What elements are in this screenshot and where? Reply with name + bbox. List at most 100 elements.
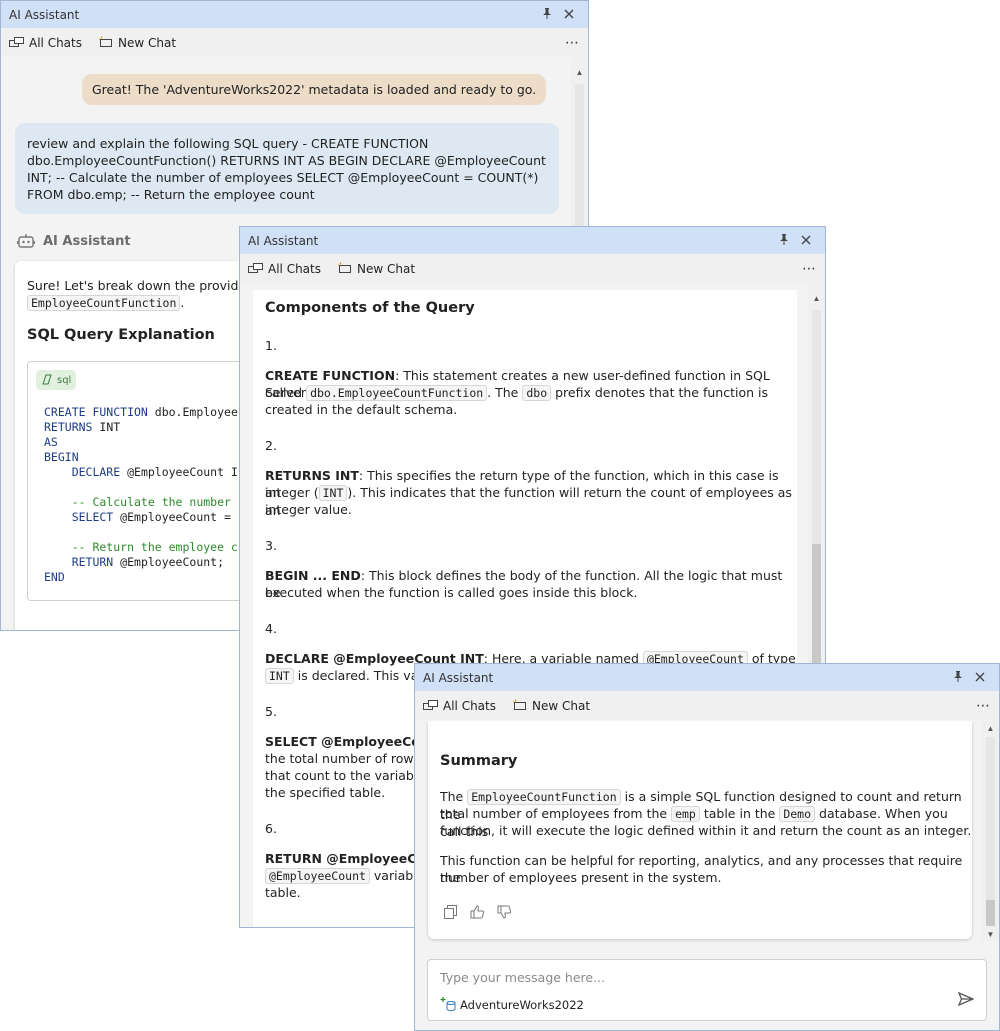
scroll-down-icon[interactable]: ▼ (982, 930, 999, 939)
code-keyword: RETURN (44, 555, 114, 569)
chats-icon (9, 36, 24, 47)
all-chats-button[interactable]: All Chats (248, 262, 321, 276)
window-2-title: AI Assistant (248, 233, 319, 248)
item-1-line2: called dbo.EmployeeCountFunction. The db… (265, 384, 768, 402)
summary-card: Summary The EmployeeCountFunction is a s… (428, 721, 972, 939)
new-chat-label: New Chat (532, 698, 591, 713)
thumbs-up-icon[interactable] (470, 905, 485, 919)
item-5-line2: the total number of rows (265, 751, 421, 766)
code-line: RETURN @EmployeeCount; (44, 555, 238, 570)
code-comment: -- Return the employee c (44, 540, 238, 554)
item-1-text2a: called (265, 385, 307, 400)
code-keyword: RETURNS (44, 420, 93, 434)
window-1-title: AI Assistant (9, 7, 80, 22)
response-intro-line2: EmployeeCountFunction. (27, 294, 184, 312)
ai-header-label: AI Assistant (43, 234, 131, 249)
message-input-area[interactable]: Type your message here... AdventureWorks… (427, 959, 987, 1021)
code-keyword: SELECT (44, 510, 114, 524)
all-chats-label: All Chats (443, 698, 496, 713)
copy-icon[interactable] (444, 905, 458, 919)
new-chat-icon (99, 36, 112, 47)
close-icon[interactable] (558, 7, 580, 22)
summary-text-d: table in the (699, 806, 780, 821)
all-chats-button[interactable]: All Chats (423, 699, 496, 713)
item-6-line1: RETURN @EmployeeCou (265, 850, 434, 867)
database-add-icon (440, 997, 456, 1012)
item-6-bold: RETURN @EmployeeCou (265, 851, 434, 866)
chats-icon (248, 262, 263, 273)
close-icon[interactable] (795, 233, 817, 248)
context-database[interactable]: AdventureWorks2022 (440, 997, 584, 1012)
code-icon (42, 374, 52, 385)
code-keyword: AS (44, 435, 58, 449)
item-4-number: 4. (265, 621, 277, 636)
window-3-titlebar: AI Assistant (415, 664, 999, 691)
close-icon[interactable] (969, 670, 991, 685)
code-line: AS (44, 435, 238, 450)
context-database-label: AdventureWorks2022 (460, 997, 584, 1012)
code-keyword: END (44, 570, 65, 584)
item-1-text2b: . The (487, 385, 523, 400)
inline-code: dbo (522, 385, 552, 401)
item-2-line3: integer value. (265, 502, 352, 517)
code-line: -- Calculate the number (44, 495, 238, 510)
more-options-icon[interactable]: ⋯ (802, 261, 817, 277)
new-chat-button[interactable]: New Chat (337, 262, 415, 276)
window-3-title: AI Assistant (423, 670, 494, 685)
thumbs-down-icon[interactable] (497, 905, 512, 919)
user-message-text: review and explain the following SQL que… (27, 136, 546, 202)
assistant-message-text: Great! The 'AdventureWorks2022' metadata… (92, 82, 537, 97)
send-icon[interactable] (957, 991, 975, 1011)
code-keyword: DECLARE (44, 465, 121, 479)
inline-code: dbo.EmployeeCountFunction (306, 385, 488, 401)
item-1-bold: CREATE FUNCTION (265, 368, 396, 383)
pin-icon[interactable] (536, 7, 558, 22)
scroll-up-icon[interactable]: ▲ (808, 294, 825, 303)
code-lines: CREATE FUNCTION dbo.Employee RETURNS INT A… (44, 405, 238, 585)
item-2-text2a: integer ( (265, 485, 319, 500)
item-3-line2: executed when the function is called goe… (265, 585, 638, 600)
code-text: INT (92, 420, 121, 434)
code-text: @EmployeeCount; (113, 555, 225, 569)
response-intro-text: Sure! Let's break down the provided (27, 278, 255, 293)
summary-title: Summary (440, 753, 518, 769)
assistant-message: Great! The 'AdventureWorks2022' metadata… (82, 74, 547, 105)
chats-icon (423, 699, 438, 710)
code-line: -- Return the employee c (44, 540, 238, 555)
scroll-thumb[interactable] (986, 900, 995, 926)
inline-code: INT (318, 485, 348, 501)
new-chat-button[interactable]: New Chat (98, 36, 176, 50)
window-3-chat-area: Summary The EmployeeCountFunction is a s… (415, 721, 999, 1030)
components-title: Components of the Query (265, 300, 475, 316)
item-5-line3: that count to the variable (265, 768, 426, 783)
code-text: @EmployeeCount I (120, 465, 238, 479)
item-1-line3: created in the default schema. (265, 402, 458, 417)
new-chat-icon (513, 699, 526, 710)
code-text: @EmployeeCount = (113, 510, 231, 524)
new-chat-label: New Chat (118, 35, 177, 50)
more-options-icon[interactable]: ⋯ (976, 698, 991, 714)
pin-icon[interactable] (773, 233, 795, 248)
window-3-scrollbar[interactable]: ▲ ▼ (982, 721, 999, 941)
ai-assistant-window-3: AI Assistant All Chats New Chat ⋯ Summar… (414, 663, 1000, 1031)
pin-icon[interactable] (947, 670, 969, 685)
message-input-placeholder[interactable]: Type your message here... (440, 970, 605, 985)
section-title: SQL Query Explanation (27, 327, 215, 343)
code-line: SELECT @EmployeeCount = (44, 510, 238, 525)
summary-p1-line3: function, it will execute the logic defi… (440, 823, 972, 838)
code-language-badge[interactable]: sql (36, 370, 77, 390)
new-chat-button[interactable]: New Chat (512, 699, 590, 713)
window-3-toolbar: All Chats New Chat ⋯ (415, 691, 999, 720)
scroll-up-icon[interactable]: ▲ (982, 724, 999, 733)
message-actions (444, 905, 524, 919)
code-line: RETURNS INT (44, 420, 238, 435)
response-intro: Sure! Let's break down the provided (27, 277, 254, 294)
ai-assistant-header: AI Assistant (17, 233, 131, 250)
item-3-bold: BEGIN ... END (265, 568, 361, 583)
item-2-bold: RETURNS INT (265, 468, 359, 483)
more-options-icon[interactable]: ⋯ (565, 35, 580, 51)
item-5-number: 5. (265, 704, 277, 719)
scroll-up-icon[interactable]: ▲ (571, 68, 588, 77)
code-line: DECLARE @EmployeeCount I (44, 465, 238, 480)
all-chats-button[interactable]: All Chats (9, 36, 82, 50)
